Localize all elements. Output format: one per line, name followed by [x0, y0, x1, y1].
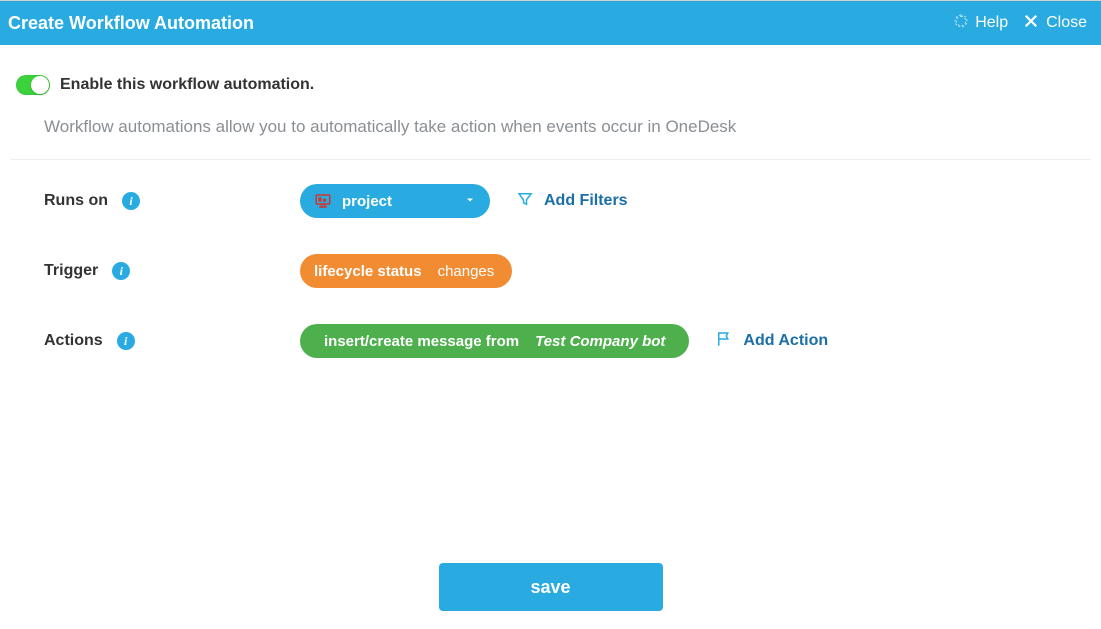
modal-body: Enable this workflow automation. Workflo…: [0, 45, 1101, 563]
action-type: insert/create message from: [324, 333, 519, 350]
actions-label: Actions: [44, 332, 103, 350]
actions-row: Actions i insert/create message from Tes…: [44, 324, 1091, 358]
workflow-automation-modal: Create Workflow Automation Help Close En…: [0, 0, 1101, 629]
info-icon[interactable]: i: [117, 332, 135, 350]
toggle-knob: [31, 76, 49, 94]
trigger-label-wrap: Trigger i: [44, 262, 300, 280]
info-icon[interactable]: i: [122, 192, 140, 210]
add-action-label: Add Action: [743, 332, 828, 350]
add-filters-button[interactable]: Add Filters: [516, 190, 628, 213]
form-rows: Runs on i project: [10, 184, 1091, 394]
chevron-down-icon: [464, 193, 476, 210]
runs-on-label: Runs on: [44, 192, 108, 210]
section-divider: [10, 159, 1091, 160]
runs-on-value: project: [342, 193, 392, 210]
enable-toggle[interactable]: [16, 75, 50, 95]
trigger-condition: changes: [438, 263, 495, 280]
add-action-button[interactable]: Add Action: [715, 330, 828, 353]
info-icon[interactable]: i: [112, 262, 130, 280]
modal-header: Create Workflow Automation Help Close: [0, 1, 1101, 45]
trigger-label: Trigger: [44, 262, 98, 280]
header-actions: Help Close: [953, 12, 1087, 35]
close-icon: [1022, 12, 1040, 35]
runs-on-row: Runs on i project: [44, 184, 1091, 218]
actions-label-wrap: Actions i: [44, 332, 300, 350]
help-button[interactable]: Help: [953, 13, 1008, 34]
action-value: Test Company bot: [535, 333, 665, 350]
enable-label: Enable this workflow automation.: [60, 76, 314, 94]
modal-footer: save: [0, 563, 1101, 629]
enable-row: Enable this workflow automation.: [10, 75, 1091, 95]
project-icon: [314, 192, 332, 210]
close-label: Close: [1046, 14, 1087, 32]
save-button[interactable]: save: [439, 563, 663, 611]
modal-title: Create Workflow Automation: [8, 13, 953, 34]
runs-on-label-wrap: Runs on i: [44, 192, 300, 210]
description-text: Workflow automations allow you to automa…: [10, 117, 1091, 159]
close-button[interactable]: Close: [1022, 12, 1087, 35]
help-label: Help: [975, 14, 1008, 32]
runs-on-select[interactable]: project: [300, 184, 490, 218]
filter-icon: [516, 190, 534, 213]
add-filters-label: Add Filters: [544, 192, 628, 210]
help-icon: [953, 13, 969, 34]
trigger-pill[interactable]: lifecycle status changes: [300, 254, 512, 288]
flag-icon: [715, 330, 733, 353]
trigger-row: Trigger i lifecycle status changes: [44, 254, 1091, 288]
trigger-field: lifecycle status: [314, 263, 422, 280]
action-pill[interactable]: insert/create message from Test Company …: [300, 324, 689, 358]
